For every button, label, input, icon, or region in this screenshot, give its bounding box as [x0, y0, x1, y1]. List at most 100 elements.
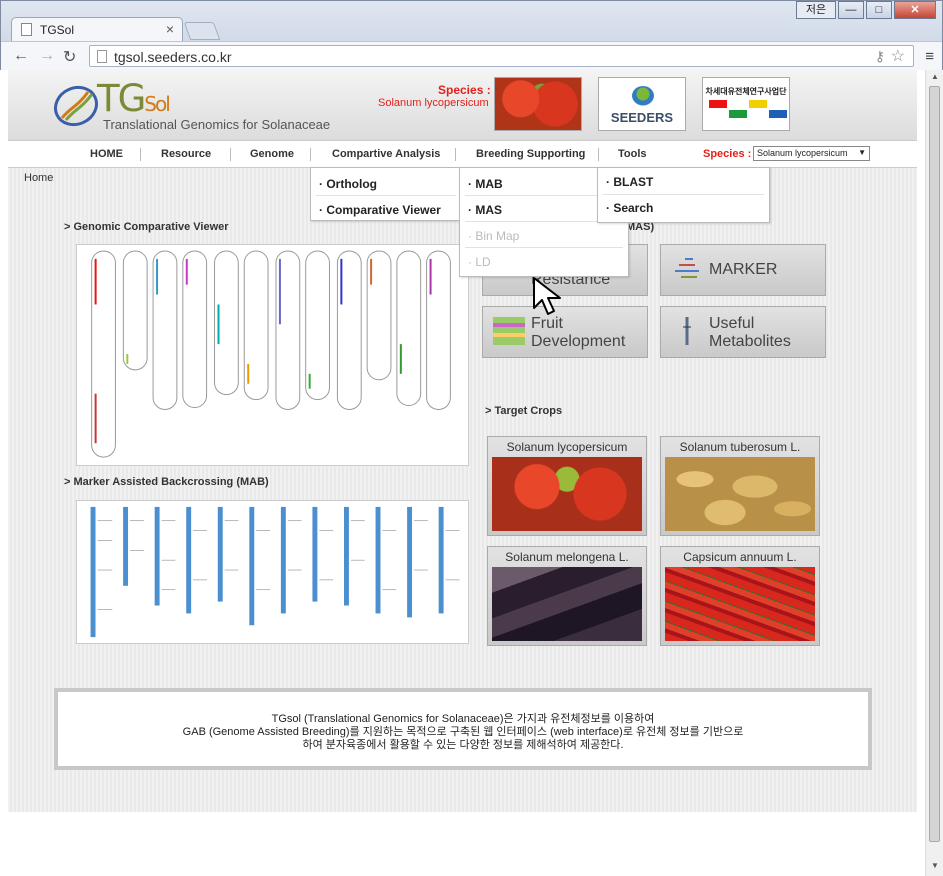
page-icon [97, 50, 107, 63]
useful-label: Useful Metabolites [709, 315, 791, 351]
mouse-cursor-icon [533, 277, 561, 315]
minimize-button[interactable]: — [838, 1, 864, 19]
back-arrow-icon[interactable]: ← [13, 47, 29, 65]
close-window-button[interactable]: ✕ [894, 1, 936, 19]
menu-divider [603, 194, 764, 195]
crop-card[interactable]: Solanum lycopersicum [487, 436, 647, 536]
mab-title: > Marker Assisted Backcrossing (MAB) [64, 476, 269, 488]
scroll-thumb[interactable] [929, 86, 940, 842]
eggplant-photo [492, 567, 642, 641]
page-content: TGSol Translational Genomics for Solanac… [8, 70, 917, 812]
fruit-label-1: Fruit [531, 315, 563, 332]
menu-divider [316, 195, 456, 196]
new-tab-button[interactable] [183, 22, 221, 40]
address-bar[interactable]: tgsol.seeders.co.kr ⚷ ☆ [89, 45, 914, 67]
forward-arrow-icon[interactable]: → [39, 47, 55, 65]
comparative-dropdown: · Ortholog · Comparative Viewer [310, 167, 462, 221]
nav-genome[interactable]: Genome [250, 148, 294, 160]
useful-label-1: Useful [709, 315, 755, 332]
menu-item-blast[interactable]: · BLAST [606, 175, 653, 189]
marker-label: MARKER [709, 261, 778, 278]
nav-home[interactable]: HOME [90, 148, 123, 160]
logo-color-bars [709, 100, 787, 118]
heatmap-icon [493, 317, 525, 345]
seeders-logo[interactable]: SEEDERS [598, 77, 686, 131]
bookmark-star-icon[interactable]: ☆ [891, 46, 905, 66]
crop-card[interactable]: Solanum tuberosum L. [660, 436, 820, 536]
user-profile-button[interactable]: 저은 [796, 1, 836, 19]
breadcrumb[interactable]: Home [24, 172, 53, 184]
site-header: TGSol Translational Genomics for Solanac… [8, 70, 917, 140]
logo-sol: Sol [144, 92, 170, 116]
browser-chrome: TGSol × 저은 — □ ✕ ← → ↻ tgsol.seeders.co.… [0, 0, 943, 70]
logo-text[interactable]: TGSol [97, 77, 171, 120]
nav-breeding-supporting[interactable]: Breeding Supporting [476, 148, 585, 160]
nav-divider [310, 148, 311, 161]
menu-icon[interactable]: ≡ [925, 48, 934, 65]
fruit-label: Fruit Development [531, 315, 625, 351]
species-name: Solanum lycopersicum [378, 97, 489, 109]
scroll-up-icon[interactable]: ▲ [931, 72, 939, 81]
species-select-value: Solanum lycopersicum [757, 148, 848, 158]
tab-title: TGSol [40, 23, 75, 37]
menu-item-mab[interactable]: · MAB [468, 177, 503, 191]
browser-toolbar: ← → ↻ tgsol.seeders.co.kr ⚷ ☆ ≡ [1, 41, 942, 70]
menu-item-comparative-viewer[interactable]: · Comparative Viewer [319, 203, 441, 217]
pepper-photo [665, 567, 815, 641]
species-select[interactable]: Solanum lycopersicum ▼ [753, 146, 870, 161]
dna-logo-icon[interactable] [52, 84, 100, 128]
fruit-label-2: Development [531, 333, 626, 350]
description-line: 하여 분자육종에서 활용할 수 있는 다양한 정보를 제해석하여 제공한다. [302, 739, 624, 751]
chromosome-icon [683, 317, 691, 345]
govt-project-logo[interactable]: 차세대유전체연구사업단 [702, 77, 790, 131]
potato-photo [665, 457, 815, 531]
nav-divider [140, 148, 141, 161]
seeders-label: SEEDERS [610, 110, 674, 125]
page-viewport: TGSol Translational Genomics for Solanac… [0, 70, 925, 876]
logo-main: TG [97, 77, 146, 120]
browser-tab[interactable]: TGSol × [11, 17, 183, 41]
mab-chromosome-map[interactable] [76, 500, 469, 644]
url-text: tgsol.seeders.co.kr [114, 49, 232, 65]
menu-item-mas[interactable]: · MAS [468, 203, 502, 217]
genomic-comparative-viewer[interactable] [76, 244, 469, 466]
vertical-scrollbar[interactable]: ▲ ▼ [925, 70, 943, 876]
crop-name: Solanum tuberosum L. [679, 440, 801, 454]
crop-name: Solanum lycopersicum [506, 440, 628, 454]
window-controls: 저은 — □ ✕ [796, 1, 936, 19]
nav-comparative-analysis[interactable]: Compartive Analysis [332, 148, 440, 160]
crop-card[interactable]: Capsicum annuum L. [660, 546, 820, 646]
logo-subtitle: Translational Genomics for Solanaceae [103, 117, 331, 132]
menu-item-search[interactable]: · Search [606, 201, 653, 215]
useful-metabolites-tile[interactable]: Useful Metabolites [660, 306, 826, 358]
target-crops-title: > Target Crops [485, 405, 563, 417]
key-icon[interactable]: ⚷ [875, 48, 885, 65]
genomic-viewer-title: > Genomic Comparative Viewer [64, 221, 229, 233]
nav-resource[interactable]: Resource [161, 148, 211, 160]
nav-divider [455, 148, 456, 161]
species-label: Species : [438, 83, 491, 97]
page-icon [21, 23, 32, 36]
scroll-down-icon[interactable]: ▼ [931, 861, 939, 870]
nav-tools[interactable]: Tools [618, 148, 647, 160]
menu-item-bin-map: · Bin Map [468, 229, 520, 243]
chevron-down-icon: ▼ [858, 148, 866, 157]
close-tab-icon[interactable]: × [166, 21, 174, 37]
marker-icon [675, 258, 699, 278]
description-box: TGsol (Translational Genomics for Solana… [54, 688, 872, 770]
menu-item-ortholog[interactable]: · Ortholog [319, 177, 377, 191]
tomato-photo [492, 457, 642, 531]
crop-name: Solanum melongena L. [505, 550, 629, 564]
menu-item-ld: · LD [468, 255, 491, 269]
govt-label: 차세대유전체연구사업단 [705, 87, 787, 96]
leaf-icon [632, 86, 654, 106]
maximize-button[interactable]: □ [866, 1, 892, 19]
marker-tile[interactable]: MARKER [660, 244, 826, 296]
nav-species-label: Species : [703, 148, 752, 160]
nav-divider [230, 148, 231, 161]
nav-divider [598, 148, 599, 161]
tools-dropdown: · BLAST · Search [597, 167, 770, 223]
reload-icon[interactable]: ↻ [63, 47, 76, 67]
crop-card[interactable]: Solanum melongena L. [487, 546, 647, 646]
tomato-image [494, 77, 582, 131]
